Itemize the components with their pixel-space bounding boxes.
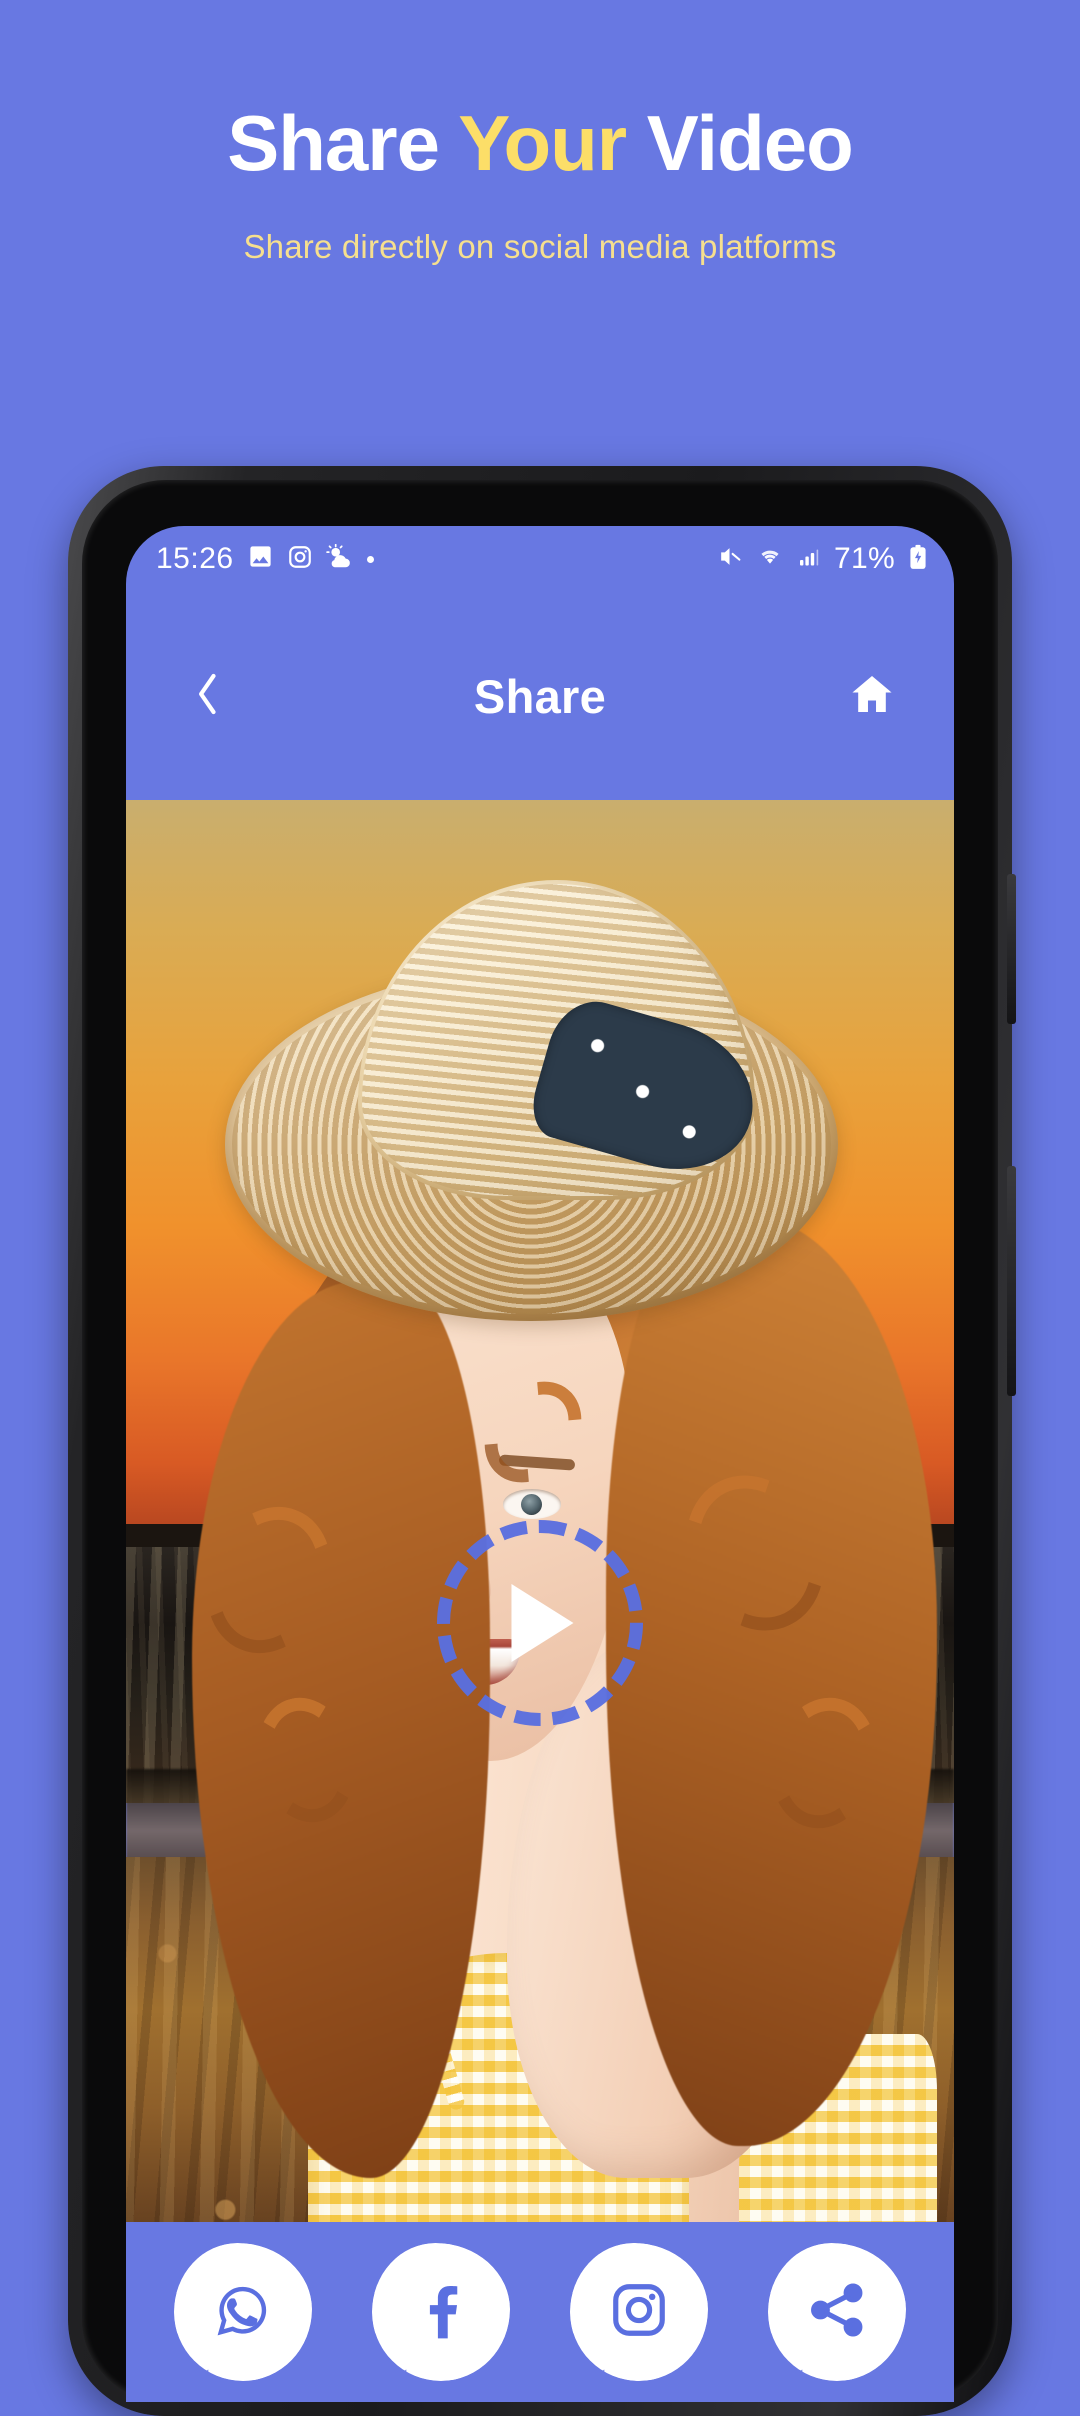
status-bar-clock: 15:26 [156, 542, 234, 576]
share-bar [126, 2222, 954, 2402]
mute-icon [716, 544, 743, 574]
page-title: Share [474, 669, 606, 724]
promo-subtitle: Share directly on social media platforms [0, 228, 1080, 266]
share-button-facebook[interactable] [372, 2243, 510, 2381]
promo-title-highlight: Your [458, 99, 626, 187]
facebook-icon [410, 2279, 472, 2346]
hair-right [606, 1217, 937, 2146]
dot-indicator [367, 556, 374, 563]
play-triangle-icon [511, 1584, 573, 1662]
phone-screen: 15:26 [126, 526, 954, 2402]
promo-title-part1: Share [227, 99, 458, 187]
promo-title-part2: Video [626, 99, 853, 187]
video-preview[interactable] [126, 800, 954, 2402]
volume-button[interactable] [1007, 1166, 1016, 1396]
promo-title: Share Your Video [0, 104, 1080, 182]
eye-right [503, 1489, 561, 1519]
wifi-icon [756, 544, 784, 574]
back-chevron-icon [191, 669, 225, 724]
whatsapp-icon [212, 2279, 274, 2346]
cellular-signal-icon [797, 545, 821, 574]
promo-screen: Share Your Video Share directly on socia… [0, 0, 1080, 2340]
share-button-more[interactable] [768, 2243, 906, 2381]
instagram-icon [287, 544, 313, 575]
battery-percent-label: 71% [834, 542, 895, 576]
battery-charging-icon [908, 544, 928, 575]
back-button[interactable] [172, 660, 244, 732]
status-bar: 15:26 [126, 526, 954, 592]
home-icon [848, 671, 896, 722]
home-button[interactable] [836, 660, 908, 732]
weather-icon [326, 544, 354, 575]
share-nodes-icon [806, 2279, 868, 2346]
play-button[interactable] [437, 1520, 643, 1726]
phone-device-frame: 15:26 [68, 466, 1012, 2416]
status-bar-left: 15:26 [156, 542, 374, 576]
phone-bezel: 15:26 [82, 480, 998, 2402]
power-button[interactable] [1007, 874, 1016, 1024]
instagram-icon [608, 2279, 670, 2346]
share-button-instagram[interactable] [570, 2243, 708, 2381]
status-bar-right: 71% [716, 542, 928, 576]
app-bar: Share [126, 592, 954, 800]
gallery-icon [247, 543, 274, 575]
share-button-whatsapp[interactable] [174, 2243, 312, 2381]
